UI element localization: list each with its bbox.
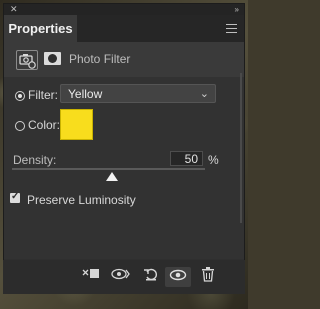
filter-label: Filter: (28, 88, 58, 102)
tab-bar: Properties (4, 15, 244, 42)
density-value: 50 (184, 152, 198, 166)
density-slider-thumb[interactable] (106, 172, 118, 181)
photo-filter-adjustment-icon[interactable] (16, 50, 38, 70)
filter-selected-value: Yellow (68, 87, 103, 101)
panel-footer (3, 260, 245, 294)
clip-to-layer-icon[interactable] (79, 267, 103, 287)
layer-mask-icon[interactable] (44, 52, 61, 65)
filter-radio[interactable] (15, 91, 25, 101)
color-radio[interactable] (15, 121, 25, 131)
chevron-down-icon: ⌄ (199, 88, 209, 100)
close-icon[interactable]: ✕ (10, 5, 18, 14)
collapse-icon[interactable]: » (235, 5, 240, 14)
color-swatch[interactable] (60, 109, 93, 140)
tab-properties[interactable]: Properties (4, 15, 77, 42)
density-input[interactable]: 50 (170, 151, 203, 166)
adjustment-header: Photo Filter (4, 42, 244, 77)
color-label: Color: (28, 118, 61, 132)
visibility-eye-icon[interactable] (165, 267, 191, 287)
preserve-luminosity-label: Preserve Luminosity (27, 193, 136, 207)
trash-icon[interactable] (196, 267, 220, 287)
panel-topstrip: ✕ » (4, 4, 244, 15)
adjustment-title: Photo Filter (69, 52, 131, 66)
density-unit: % (208, 153, 219, 167)
panel-menu-icon[interactable] (226, 24, 237, 33)
density-slider-track[interactable] (12, 168, 205, 170)
preserve-luminosity-checkbox[interactable] (10, 191, 20, 203)
view-previous-state-icon[interactable] (109, 267, 133, 287)
scrollbar[interactable] (240, 73, 242, 223)
filter-dropdown[interactable]: Yellow ⌄ (60, 84, 216, 103)
density-label: Density: (13, 153, 57, 167)
properties-panel: ✕ » Properties Photo Filter (3, 3, 245, 294)
reset-icon[interactable] (139, 267, 163, 287)
